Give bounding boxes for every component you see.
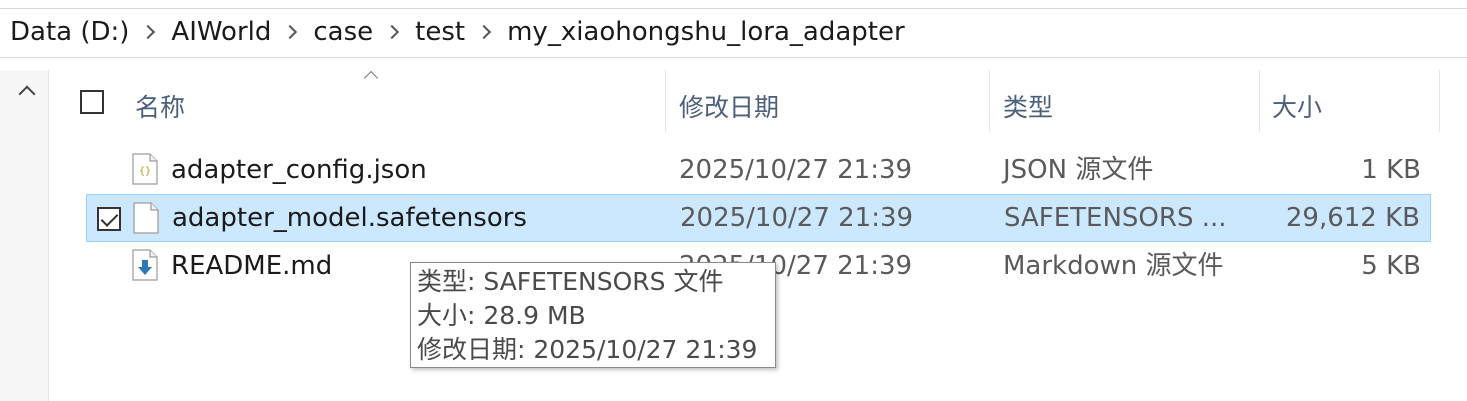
file-type: JSON 源文件 (1003, 155, 1154, 185)
column-header-name[interactable]: 名称 (135, 88, 185, 124)
column-divider[interactable] (989, 70, 990, 132)
chevron-up-icon[interactable] (18, 85, 36, 103)
chevron-right-icon[interactable] (283, 24, 298, 40)
file-size: 1 KB (1361, 155, 1421, 185)
breadcrumb-item-aiworld[interactable]: AIWorld (171, 17, 271, 47)
file-size: 5 KB (1361, 251, 1421, 281)
breadcrumb-item-test[interactable]: test (415, 17, 465, 47)
breadcrumb-item-case[interactable]: case (313, 17, 373, 47)
tooltip-type: 类型: SAFETENSORS 文件 (417, 267, 724, 296)
column-header-size[interactable]: 大小 (1272, 88, 1322, 124)
file-modified: 2025/10/27 21:39 (679, 155, 913, 185)
column-divider[interactable] (1259, 70, 1260, 132)
select-all-checkbox[interactable] (80, 90, 104, 114)
column-divider[interactable] (665, 70, 666, 132)
file-modified: 2025/10/27 21:39 (680, 203, 914, 233)
generic-file-icon (133, 202, 159, 234)
tooltip-modified: 修改日期: 2025/10/27 21:39 (417, 335, 758, 364)
row-checkbox[interactable] (97, 207, 121, 231)
column-header: 名称 修改日期 类型 大小 (60, 70, 1440, 132)
column-divider[interactable] (1439, 70, 1440, 132)
file-row[interactable]: {} adapter_config.json 2025/10/27 21:39 … (86, 146, 1431, 194)
file-type: Markdown 源文件 (1003, 251, 1224, 281)
chevron-right-icon[interactable] (477, 24, 492, 40)
chevron-right-icon[interactable] (141, 24, 156, 40)
column-header-type[interactable]: 类型 (1003, 88, 1053, 124)
breadcrumb: Data (D:) AIWorld case test my_xiaohongs… (10, 17, 905, 47)
file-type: SAFETENSORS ... (1004, 203, 1227, 233)
markdown-file-icon (132, 249, 158, 281)
chevron-right-icon[interactable] (385, 24, 400, 40)
column-header-modified[interactable]: 修改日期 (679, 88, 779, 124)
tooltip-size: 大小: 28.9 MB (417, 301, 586, 330)
file-name[interactable]: README.md (171, 242, 332, 290)
address-bar[interactable]: Data (D:) AIWorld case test my_xiaohongs… (0, 8, 1467, 58)
breadcrumb-item-drive[interactable]: Data (D:) (10, 17, 129, 47)
svg-text:{}: {} (139, 166, 151, 177)
navigation-pane-strip (0, 70, 49, 401)
file-row-selected[interactable]: adapter_model.safetensors 2025/10/27 21:… (86, 194, 1431, 242)
file-name[interactable]: adapter_model.safetensors (172, 194, 527, 242)
file-name[interactable]: adapter_config.json (171, 146, 427, 194)
breadcrumb-item-current-folder[interactable]: my_xiaohongshu_lora_adapter (507, 17, 905, 47)
json-file-icon: {} (132, 153, 158, 185)
file-size: 29,612 KB (1285, 203, 1420, 233)
file-info-tooltip: 类型: SAFETENSORS 文件 大小: 28.9 MB 修改日期: 202… (410, 262, 776, 368)
